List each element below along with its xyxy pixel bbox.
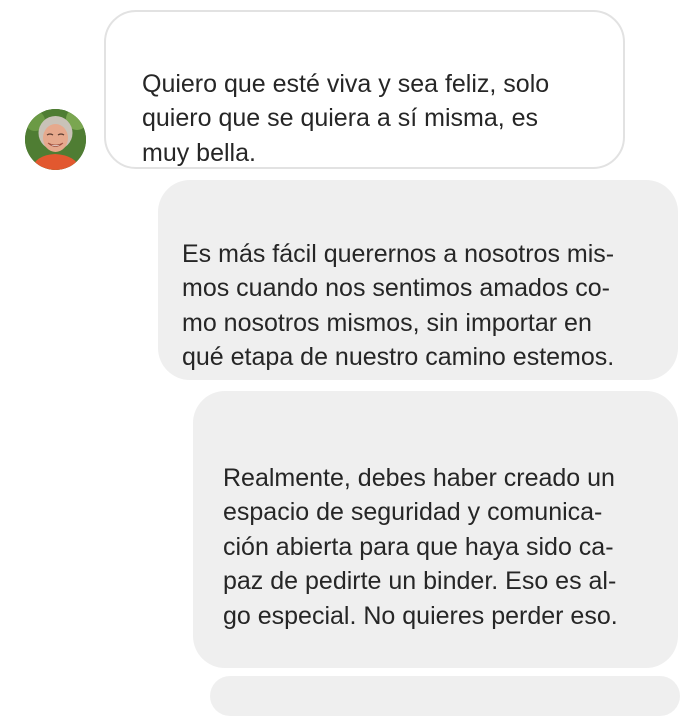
sender-avatar[interactable] — [25, 109, 86, 170]
message-bubble-outgoing[interactable]: Es más fácil querernos a nosotros mis- m… — [158, 180, 678, 380]
message-text: Realmente, debes haber creado un espacio… — [223, 463, 618, 630]
message-bubble-incoming[interactable]: Quiero que esté viva y sea feliz, solo q… — [104, 10, 625, 169]
message-text: Es más fácil querernos a nosotros mis- m… — [182, 239, 615, 372]
message-text: Quiero que esté viva y sea feliz, solo q… — [142, 69, 550, 167]
message-bubble-outgoing[interactable]: Realmente, debes haber creado un espacio… — [193, 391, 678, 668]
avatar-photo-icon — [25, 109, 86, 170]
chat-thread: Quiero que esté viva y sea feliz, solo q… — [0, 0, 700, 716]
message-bubble-partial[interactable] — [210, 676, 680, 716]
